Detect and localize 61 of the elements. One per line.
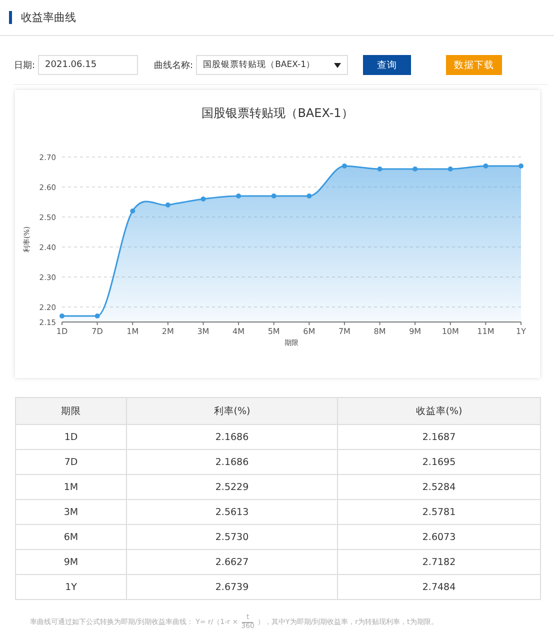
data-point — [483, 164, 488, 168]
table-cell: 7D — [16, 450, 126, 474]
data-point — [518, 164, 524, 168]
date-label: 日期: — [14, 60, 36, 72]
data-point — [412, 166, 418, 172]
x-tick-label: 4M — [232, 327, 245, 336]
column-header: 收益率(%) — [338, 398, 540, 424]
query-button[interactable]: 查询 — [363, 55, 412, 75]
x-tick-label: 9M — [409, 327, 422, 336]
data-point — [271, 194, 276, 198]
data-point — [236, 194, 242, 198]
table-cell: 1Y — [16, 574, 126, 600]
table-cell: 2.7182 — [338, 550, 540, 574]
x-tick-label: 5M — [268, 327, 280, 336]
x-tick-label: 7M — [338, 327, 350, 336]
x-tick-label: 2M — [162, 327, 174, 336]
table-cell: 9M — [16, 550, 126, 574]
data-point — [306, 194, 312, 198]
table-cell: 2.5730 — [126, 524, 338, 550]
data-point — [200, 196, 206, 202]
x-tick-label: 7D — [92, 327, 103, 336]
table-cell: 2.1686 — [126, 424, 338, 450]
caret-icon — [334, 62, 342, 68]
table-cell: 2.5284 — [338, 474, 540, 500]
chart-title: 国股银票转贴现（BAEX-1） — [202, 105, 354, 122]
data-point — [342, 164, 347, 168]
data-point — [377, 166, 382, 172]
table-cell: 2.1687 — [338, 424, 540, 450]
table-cell: 2.5229 — [126, 474, 338, 500]
x-tick-label: 8M — [374, 327, 386, 336]
data-point — [60, 314, 64, 318]
column-header: 利率(%) — [126, 398, 338, 424]
table-cell: 1M — [16, 474, 126, 500]
table-cell: 2.7484 — [338, 574, 540, 600]
table-cell: 1D — [16, 424, 126, 450]
curve-label: 曲线名称: — [154, 60, 194, 72]
table-cell: 2.6739 — [126, 574, 338, 600]
x-tick-label: 10M — [442, 327, 459, 336]
data-point — [448, 166, 453, 172]
table-cell: 2.5613 — [126, 500, 338, 524]
table-cell: 2.1686 — [126, 450, 338, 474]
table-cell: 2.1695 — [338, 450, 540, 474]
x-tick-label: 6M — [303, 327, 316, 336]
page-title: 收益率曲线 — [21, 10, 76, 25]
x-tick-label: 11M — [477, 327, 494, 336]
table-cell: 2.6627 — [126, 550, 338, 574]
data-point — [130, 208, 136, 214]
x-tick-label: 1D — [56, 327, 68, 336]
table-cell: 3M — [16, 500, 126, 524]
table-cell: 6M — [16, 524, 126, 550]
date-field[interactable]: 2021.06.15 — [38, 55, 138, 75]
data-point — [94, 314, 100, 318]
column-header: 期限 — [16, 398, 126, 424]
x-tick-label: 1Y — [516, 327, 526, 336]
x-tick-label: 1M — [126, 327, 139, 336]
x-tick-label: 3M — [197, 327, 210, 336]
data-point — [165, 202, 170, 208]
curve-dropdown[interactable]: 国股银票转贴现（BAEX-1） — [196, 55, 348, 75]
table-cell: 2.6073 — [338, 524, 540, 550]
table-cell: 2.5781 — [338, 500, 540, 524]
title-accent — [9, 11, 12, 24]
